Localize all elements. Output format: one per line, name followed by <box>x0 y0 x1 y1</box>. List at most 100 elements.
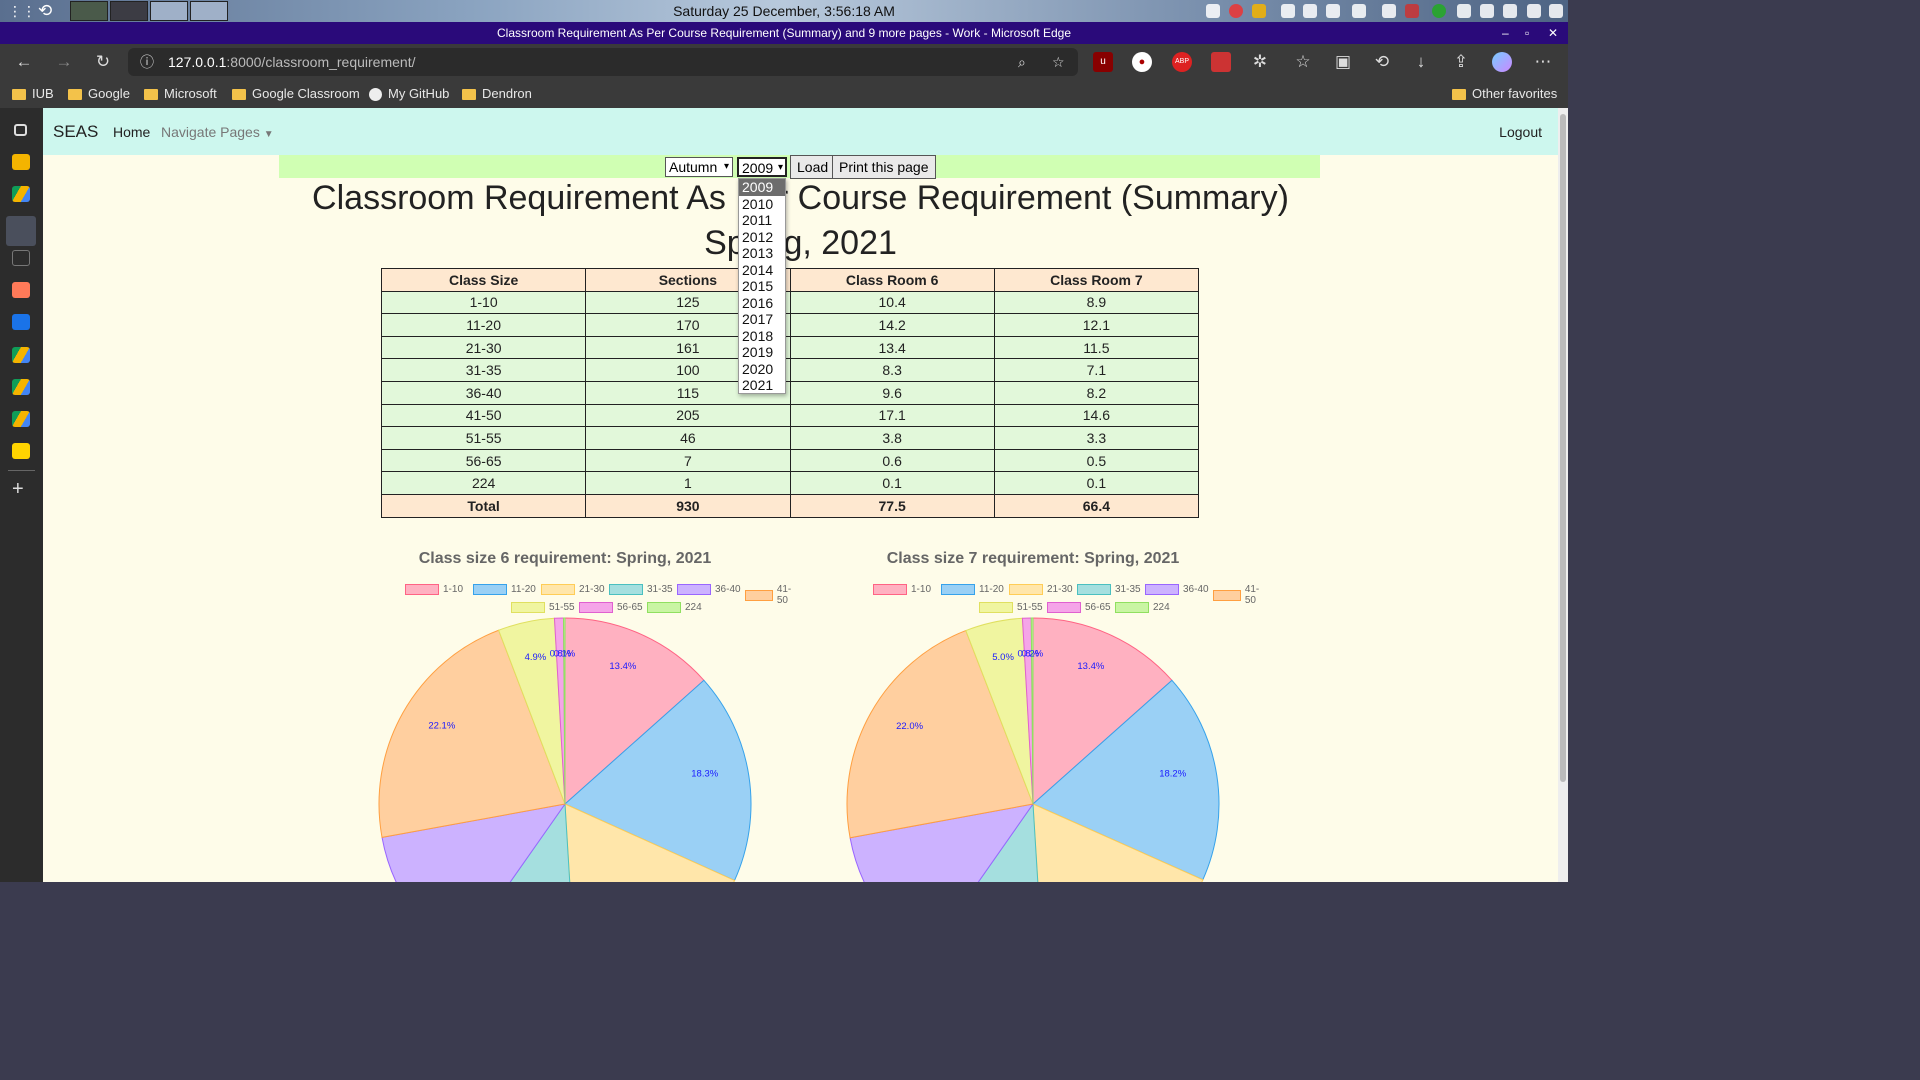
bookmark-label: IUB <box>32 86 54 101</box>
collections-icon[interactable]: ▣ <box>1333 52 1353 72</box>
history-icon[interactable]: ⟲ <box>1372 52 1392 72</box>
slides-icon[interactable] <box>12 154 30 170</box>
table-cell: 224 <box>380 471 587 495</box>
pie-data-label: 18.3% <box>691 769 718 780</box>
downloads-icon[interactable]: ↓ <box>1411 52 1431 72</box>
share-icon[interactable]: ⇪ <box>1451 52 1471 72</box>
year-select[interactable]: 2009 ▾ <box>737 157 787 177</box>
year-option[interactable]: 2019 <box>739 344 785 361</box>
calendar-icon[interactable] <box>12 250 30 266</box>
bookmark-google[interactable]: Google <box>68 86 130 102</box>
pie-data-label: 13.4% <box>609 661 636 672</box>
minimize-button[interactable]: – <box>1502 22 1509 44</box>
year-option[interactable]: 2013 <box>739 245 785 262</box>
total-cell: 930 <box>585 493 791 518</box>
maximize-button[interactable]: ▫ <box>1525 22 1529 44</box>
record-extension-icon[interactable]: ● <box>1132 52 1152 72</box>
year-dropdown-list[interactable]: 2009 2010 2011 2012 2013 2014 2015 2016 2017 2018… <box>738 178 786 394</box>
refresh-icon[interactable]: ↻ <box>93 52 113 72</box>
chevron-down-icon: ▾ <box>723 161 729 172</box>
pie-data-label: 5.0% <box>992 652 1014 663</box>
profile-avatar[interactable] <box>1492 52 1512 72</box>
weather-icon[interactable] <box>1252 4 1266 18</box>
keyboard-layout-icon[interactable] <box>1382 4 1396 18</box>
address-bar[interactable]: ⓘ 127.0.0.1:8000/classroom_requirement/ … <box>128 48 1078 76</box>
bookmark-dendron[interactable]: Dendron <box>462 86 532 102</box>
table-cell: 11.5 <box>993 335 1200 360</box>
navigate-pages-dropdown[interactable]: Navigate Pages ▼ <box>161 124 274 140</box>
drive-icon[interactable] <box>12 186 30 202</box>
table-cell: 10.4 <box>789 290 995 315</box>
table-row: 36-40 115 9.6 8.2 <box>380 380 1200 405</box>
close-button[interactable]: ✕ <box>1548 22 1558 44</box>
add-icon[interactable]: + <box>12 478 24 501</box>
year-option[interactable]: 2010 <box>739 196 785 213</box>
adblock-plus-icon[interactable]: ABP <box>1172 52 1192 72</box>
tab-actions-icon[interactable] <box>14 124 27 136</box>
table-row: 51-55 46 3.8 3.3 <box>380 426 1200 450</box>
battery-icon[interactable] <box>1527 4 1541 18</box>
cpu-icon[interactable] <box>1326 4 1340 18</box>
add-favorite-icon[interactable]: ☆ <box>1052 48 1065 76</box>
year-option[interactable]: 2018 <box>739 328 785 345</box>
home-link[interactable]: Home <box>113 124 150 140</box>
pie-data-label: 22.1% <box>428 721 455 732</box>
table-cell: 14.2 <box>789 313 995 337</box>
drive-icon[interactable] <box>12 347 30 363</box>
bookmark-iub[interactable]: IUB <box>12 86 54 102</box>
year-option[interactable]: 2011 <box>739 212 785 229</box>
brand-link[interactable]: SEAS <box>53 122 98 142</box>
notifications-icon[interactable] <box>1503 4 1517 18</box>
table-cell: 12.1 <box>993 313 1200 337</box>
folder-icon <box>144 88 158 100</box>
document-icon[interactable] <box>6 216 36 246</box>
year-option[interactable]: 2012 <box>739 229 785 246</box>
bookmark-my-github[interactable]: My GitHub <box>369 86 449 102</box>
drive-icon[interactable] <box>12 411 30 427</box>
zoom-icon[interactable]: ⌕ <box>1018 48 1026 76</box>
year-option[interactable]: 2020 <box>739 361 785 378</box>
page-scrollbar[interactable] <box>1558 108 1568 882</box>
year-option[interactable]: 2015 <box>739 278 785 295</box>
year-option[interactable]: 2016 <box>739 295 785 312</box>
forward-icon[interactable]: → <box>54 52 74 72</box>
shield-icon[interactable] <box>1303 4 1317 18</box>
office-extension-icon[interactable] <box>1211 52 1231 72</box>
network-icon[interactable] <box>1352 4 1366 18</box>
contacts-icon[interactable] <box>12 314 30 330</box>
scrollbar-thumb[interactable] <box>1560 114 1566 782</box>
pie-chart-room-6: Class size 6 requirement: Spring, 2021 1… <box>345 546 791 882</box>
semester-select[interactable]: Autumn ▾ <box>665 157 733 177</box>
extensions-icon[interactable]: ✲ <box>1250 52 1270 72</box>
ublock-icon[interactable]: u <box>1093 52 1113 72</box>
more-menu-icon[interactable]: ⋯ <box>1533 52 1553 72</box>
network-tree-icon[interactable] <box>1457 4 1471 18</box>
flag-icon[interactable] <box>1405 4 1419 18</box>
logout-link[interactable]: Logout <box>1499 124 1542 140</box>
drive-icon[interactable] <box>12 379 30 395</box>
year-option[interactable]: 2009 <box>739 179 785 196</box>
power-icon[interactable] <box>1549 4 1563 18</box>
dendron-icon[interactable] <box>12 443 30 459</box>
pie-data-label: 22.0% <box>896 721 923 732</box>
table-cell: 0.1 <box>789 471 995 495</box>
year-option[interactable]: 2014 <box>739 262 785 279</box>
favorites-icon[interactable]: ☆ <box>1293 52 1313 72</box>
table-cell: 46 <box>585 426 791 450</box>
hubspot-icon[interactable] <box>12 282 30 298</box>
bookmark-microsoft[interactable]: Microsoft <box>144 86 217 102</box>
url-path: :8000/classroom_requirement/ <box>226 54 416 70</box>
qr-icon[interactable] <box>1206 4 1220 18</box>
microphone-icon[interactable] <box>1432 4 1446 18</box>
back-icon[interactable]: ← <box>14 52 34 72</box>
site-info-icon[interactable]: ⓘ <box>140 48 154 76</box>
bookmark-other-favorites[interactable]: Other favorites <box>1452 86 1557 102</box>
bookmark-google-classroom[interactable]: Google Classroom <box>232 86 360 102</box>
year-option[interactable]: 2021 <box>739 377 785 394</box>
year-option[interactable]: 2017 <box>739 311 785 328</box>
table-cell: 8.2 <box>993 380 1200 405</box>
semester-value: Autumn <box>669 159 718 175</box>
bluetooth-icon[interactable] <box>1281 4 1295 18</box>
timer-icon[interactable] <box>1229 4 1243 18</box>
volume-icon[interactable] <box>1480 4 1494 18</box>
